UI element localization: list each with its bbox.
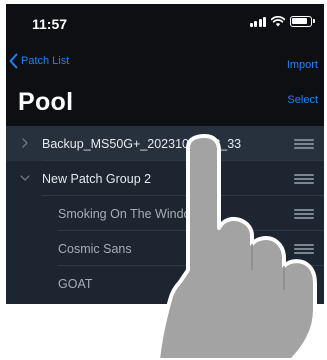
patch-label: GOAT — [58, 277, 93, 291]
drag-handle-icon[interactable] — [294, 244, 314, 254]
wifi-icon — [271, 16, 285, 27]
nav-bar: Patch List Import — [6, 48, 324, 78]
patch-group-label: Backup_MS50G+_20231027 12_33 — [42, 137, 242, 151]
patch-group-row[interactable]: Backup_MS50G+_20231027 12_33 — [6, 126, 324, 161]
import-button[interactable]: Import — [287, 59, 318, 71]
select-button[interactable]: Select — [287, 94, 318, 106]
patch-group-label: New Patch Group 2 — [42, 172, 152, 186]
signal-icon — [249, 16, 266, 27]
drag-handle-icon[interactable] — [294, 279, 314, 289]
patch-row[interactable]: GOAT — [6, 266, 324, 301]
status-bar: 11:57 — [6, 4, 324, 42]
phone-screen: 11:57 Patch List Import Pool Select Back… — [6, 4, 324, 304]
status-time: 11:57 — [32, 16, 68, 32]
chevron-down-icon[interactable] — [19, 172, 31, 184]
drag-handle-icon[interactable] — [294, 174, 314, 184]
drag-handle-icon[interactable] — [294, 209, 314, 219]
status-icons — [249, 16, 315, 27]
patch-label: Cosmic Sans — [58, 242, 132, 256]
patch-list: Backup_MS50G+_20231027 12_33 New Patch G… — [6, 126, 324, 304]
patch-label: Smoking On The Window — [58, 207, 200, 221]
back-button[interactable]: Patch List — [9, 53, 69, 69]
chevron-right-icon[interactable] — [19, 137, 31, 149]
chevron-left-icon — [9, 53, 18, 69]
back-button-label: Patch List — [21, 55, 70, 67]
drag-handle-icon[interactable] — [294, 139, 314, 149]
patch-row[interactable]: Smoking On The Window — [6, 196, 324, 231]
patch-row[interactable]: Cosmic Sans — [6, 231, 324, 266]
battery-icon — [290, 16, 315, 27]
patch-group-row[interactable]: New Patch Group 2 — [6, 161, 324, 196]
page-title: Pool — [18, 88, 74, 116]
